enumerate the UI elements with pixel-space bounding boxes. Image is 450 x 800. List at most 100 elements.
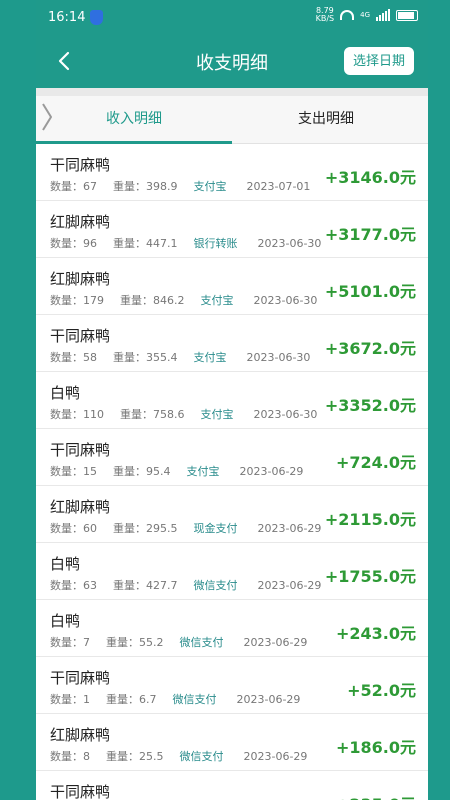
item-name: 干同麻鸭 <box>50 669 111 687</box>
item-date: 2023-06-30 <box>257 237 322 250</box>
list-item[interactable]: 白鸭 数量：7 重量：55.2 微信支付 2023-06-29 +243.0元 <box>36 600 428 657</box>
item-name: 干同麻鸭 <box>50 156 111 174</box>
item-meta: 数量：67 重量：398.9 支付宝 2023-07-01 <box>50 178 326 194</box>
weight-label: 重量： <box>120 408 153 421</box>
list-item[interactable]: 红脚麻鸭 数量：8 重量：25.5 微信支付 2023-06-29 +186.0元 <box>36 714 428 771</box>
weight-value: 295.5 <box>146 522 178 535</box>
list-item[interactable]: 红脚麻鸭 数量：60 重量：295.5 现金支付 2023-06-29 +2115.0元 <box>36 486 428 543</box>
quantity-label: 数量： <box>50 408 83 421</box>
item-date: 2023-06-29 <box>243 750 308 763</box>
quantity-value: 60 <box>83 522 97 535</box>
weight-value: 355.4 <box>146 351 178 364</box>
payment-method: 支付宝 <box>200 294 234 307</box>
list-item[interactable]: 干同麻鸭 数量：67 重量：398.9 支付宝 2023-07-01 +3146.0元 <box>36 144 428 201</box>
tab-income[interactable]: 收入明细 <box>106 108 162 128</box>
list-item[interactable]: 红脚麻鸭 数量：96 重量：447.1 银行转账 2023-06-30 +3177.0元 <box>36 201 428 258</box>
weight-label: 重量： <box>120 294 153 307</box>
list-item[interactable]: 白鸭 数量：110 重量：758.6 支付宝 2023-06-30 +3352.0元 <box>36 372 428 429</box>
item-name: 干同麻鸭 <box>50 327 111 345</box>
network-speed: 8.79 KB/S <box>316 7 335 23</box>
item-meta: 数量：60 重量：295.5 现金支付 2023-06-29 <box>50 520 337 536</box>
payment-method: 支付宝 <box>200 408 234 421</box>
payment-method: 支付宝 <box>193 180 227 193</box>
status-bar: 16:14 8.79 KB/S 4G <box>36 0 428 36</box>
item-name: 红脚麻鸭 <box>50 726 111 744</box>
payment-method: 微信支付 <box>179 636 224 649</box>
quantity-value: 8 <box>83 750 90 763</box>
item-name: 干同麻鸭 <box>50 783 111 800</box>
item-amount: +3146.0元 <box>324 168 416 187</box>
list-item[interactable]: 干同麻鸭 +235.0元 <box>36 771 428 800</box>
payment-method: 现金支付 <box>193 522 238 535</box>
weight-label: 重量： <box>113 465 146 478</box>
quantity-field: 数量：63 <box>50 579 97 592</box>
weight-field: 重量：427.7 <box>113 579 178 592</box>
weight-value: 427.7 <box>146 579 178 592</box>
quantity-label: 数量： <box>50 465 83 478</box>
quantity-field: 数量：7 <box>50 636 90 649</box>
item-amount: +1755.0元 <box>324 567 416 586</box>
quantity-label: 数量： <box>50 579 83 592</box>
item-name: 红脚麻鸭 <box>50 498 111 516</box>
item-meta: 数量：179 重量：846.2 支付宝 2023-06-30 <box>50 292 333 308</box>
item-meta: 数量：7 重量：55.2 微信支付 2023-06-29 <box>50 634 323 650</box>
weight-label: 重量： <box>113 180 146 193</box>
list-item[interactable]: 干同麻鸭 数量：58 重量：355.4 支付宝 2023-06-30 +3672.0元 <box>36 315 428 372</box>
item-name: 红脚麻鸭 <box>50 213 111 231</box>
item-date: 2023-06-29 <box>243 636 308 649</box>
quantity-label: 数量： <box>50 750 83 763</box>
app-header: 收支明细 选择日期 <box>36 36 428 88</box>
list-item[interactable]: 干同麻鸭 数量：15 重量：95.4 支付宝 2023-06-29 +724.0元 <box>36 429 428 486</box>
weight-label: 重量： <box>106 750 139 763</box>
weight-field: 重量：846.2 <box>120 294 185 307</box>
weight-label: 重量： <box>113 522 146 535</box>
weight-label: 重量： <box>113 351 146 364</box>
item-date: 2023-07-01 <box>246 180 311 193</box>
item-date: 2023-06-29 <box>236 693 301 706</box>
payment-method: 支付宝 <box>186 465 220 478</box>
payment-method: 微信支付 <box>179 750 224 763</box>
list-item[interactable]: 干同麻鸭 数量：1 重量：6.7 微信支付 2023-06-29 +52.0元 <box>36 657 428 714</box>
list-item[interactable]: 红脚麻鸭 数量：179 重量：846.2 支付宝 2023-06-30 +5101.0元 <box>36 258 428 315</box>
item-amount: +3177.0元 <box>324 225 416 244</box>
item-date: 2023-06-30 <box>246 351 311 364</box>
status-time: 16:14 <box>48 10 86 25</box>
weight-label: 重量： <box>113 579 146 592</box>
quantity-field: 数量：1 <box>50 693 90 706</box>
payment-method: 支付宝 <box>193 351 227 364</box>
quantity-field: 数量：96 <box>50 237 97 250</box>
shield-icon <box>90 10 103 25</box>
select-date-button[interactable]: 选择日期 <box>343 47 414 75</box>
battery-icon <box>396 9 418 21</box>
item-amount: +235.0元 <box>336 791 416 800</box>
quantity-value: 63 <box>83 579 97 592</box>
list-item[interactable]: 白鸭 数量：63 重量：427.7 微信支付 2023-06-29 +1755.0元 <box>36 543 428 600</box>
quantity-label: 数量： <box>50 294 83 307</box>
item-name: 白鸭 <box>50 384 81 402</box>
wifi-icon <box>340 10 355 20</box>
item-meta: 数量：58 重量：355.4 支付宝 2023-06-30 <box>50 349 326 365</box>
quantity-field: 数量：15 <box>50 465 97 478</box>
weight-field: 重量：95.4 <box>113 465 171 478</box>
quantity-value: 1 <box>83 693 90 706</box>
weight-value: 846.2 <box>153 294 185 307</box>
tab-bar: 收入明细 支出明细 <box>36 88 428 144</box>
quantity-label: 数量： <box>50 237 83 250</box>
quantity-value: 96 <box>83 237 97 250</box>
tab-expense[interactable]: 支出明细 <box>298 108 354 128</box>
quantity-field: 数量：110 <box>50 408 104 421</box>
chevron-right-icon[interactable] <box>40 102 54 132</box>
quantity-field: 数量：8 <box>50 750 90 763</box>
item-meta: 数量：15 重量：95.4 支付宝 2023-06-29 <box>50 463 319 479</box>
quantity-label: 数量： <box>50 522 83 535</box>
quantity-label: 数量： <box>50 351 83 364</box>
quantity-label: 数量： <box>50 180 83 193</box>
item-date: 2023-06-29 <box>239 465 304 478</box>
quantity-field: 数量：58 <box>50 351 97 364</box>
quantity-label: 数量： <box>50 636 83 649</box>
network-speed-unit: KB/S <box>315 14 335 23</box>
item-date: 2023-06-29 <box>257 522 322 535</box>
weight-field: 重量：295.5 <box>113 522 178 535</box>
weight-label: 重量： <box>113 237 146 250</box>
weight-field: 重量：25.5 <box>106 750 164 763</box>
